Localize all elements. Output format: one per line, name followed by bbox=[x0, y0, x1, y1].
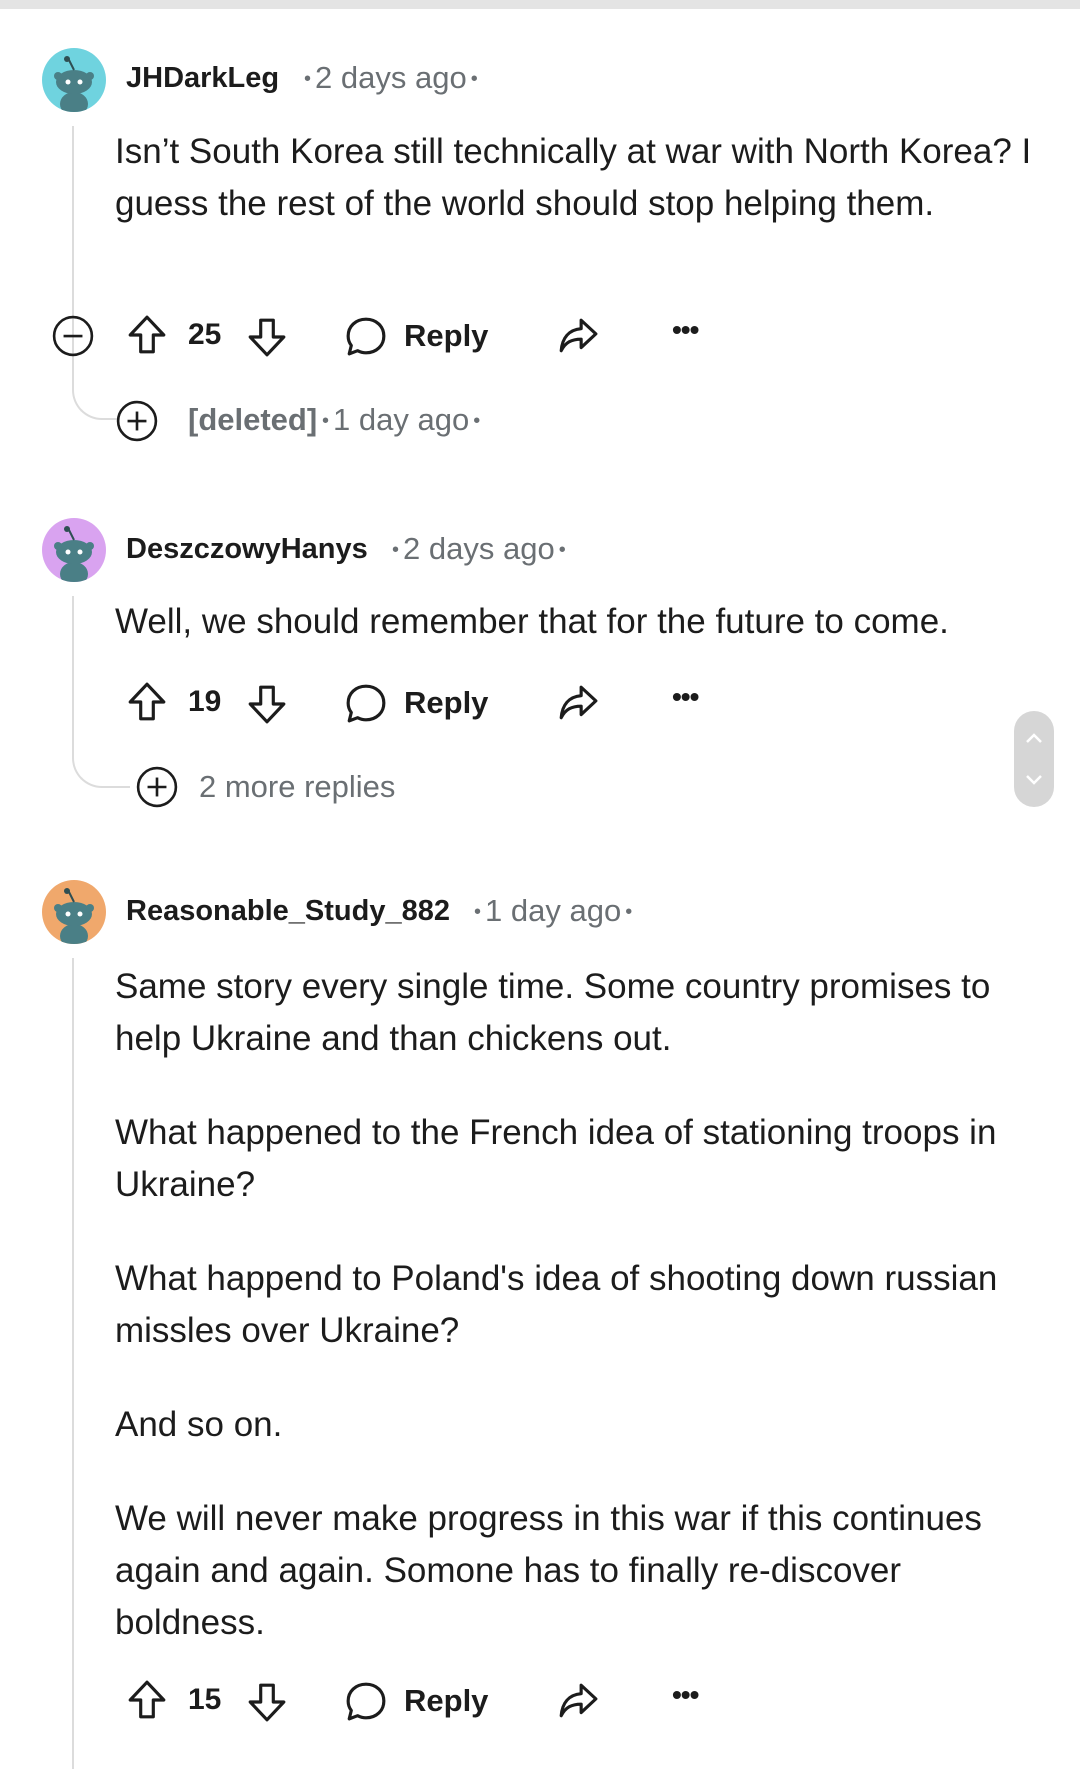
comment-paragraph: What happened to the French idea of stat… bbox=[115, 1113, 997, 1204]
downvote-icon[interactable] bbox=[246, 1681, 288, 1723]
separator-dot: • bbox=[304, 68, 312, 91]
expand-icon bbox=[136, 766, 178, 808]
comment-timestamp: • 1 day ago • bbox=[470, 893, 636, 929]
downvote-icon[interactable] bbox=[246, 316, 288, 358]
separator-dot: • bbox=[625, 901, 633, 924]
avatar[interactable] bbox=[42, 48, 106, 112]
more-options-icon[interactable]: ••• bbox=[672, 1679, 699, 1711]
thread-connector bbox=[72, 750, 130, 788]
collapse-icon[interactable] bbox=[52, 315, 94, 357]
comment-paragraph: We will never make progress in this war … bbox=[115, 1499, 982, 1642]
separator-dot: • bbox=[392, 539, 400, 562]
avatar[interactable] bbox=[42, 880, 106, 944]
deleted-username: [deleted] bbox=[188, 402, 318, 437]
share-icon[interactable] bbox=[557, 315, 599, 357]
vote-count: 19 bbox=[188, 685, 222, 718]
comment-body: Same story every single time. Some count… bbox=[115, 961, 1040, 1649]
separator-dot: • bbox=[473, 410, 481, 433]
time-label: 1 day ago bbox=[485, 893, 622, 928]
avatar[interactable] bbox=[42, 518, 106, 582]
comment-paragraph: Well, we should remember that for the fu… bbox=[115, 602, 949, 641]
vote-count: 15 bbox=[188, 1683, 222, 1716]
reply-bubble-icon bbox=[345, 682, 387, 724]
reply-bubble-icon bbox=[345, 1680, 387, 1722]
comment-scroll-navigator[interactable] bbox=[1014, 711, 1054, 807]
comment-username[interactable]: DeszczowyHanys bbox=[126, 533, 368, 566]
downvote-icon[interactable] bbox=[246, 683, 288, 725]
share-icon[interactable] bbox=[557, 682, 599, 724]
more-replies-label: 2 more replies bbox=[199, 769, 396, 804]
expand-icon[interactable] bbox=[116, 400, 158, 442]
comment-username[interactable]: JHDarkLeg bbox=[126, 62, 279, 95]
vote-count: 25 bbox=[188, 318, 222, 351]
reply-timestamp: • 1 day ago • bbox=[318, 402, 484, 438]
reply-bubble-icon bbox=[345, 315, 387, 357]
comment-paragraph: Same story every single time. Some count… bbox=[115, 967, 991, 1058]
time-label: 1 day ago bbox=[333, 402, 470, 437]
comment-paragraph: What happend to Poland's idea of shootin… bbox=[115, 1259, 998, 1350]
snoo-avatar-icon bbox=[42, 880, 106, 944]
separator-dot: • bbox=[558, 539, 566, 562]
chevron-down-icon[interactable] bbox=[1024, 769, 1044, 789]
chevron-up-icon[interactable] bbox=[1024, 729, 1044, 749]
reply-label: Reply bbox=[404, 1683, 489, 1718]
thread-line bbox=[72, 596, 74, 756]
separator-dot: • bbox=[322, 410, 330, 433]
share-icon[interactable] bbox=[557, 1680, 599, 1722]
top-divider bbox=[0, 0, 1080, 9]
comment-paragraph: And so on. bbox=[115, 1405, 283, 1444]
separator-dot: • bbox=[474, 901, 482, 924]
upvote-icon[interactable] bbox=[126, 1679, 168, 1721]
upvote-icon[interactable] bbox=[126, 681, 168, 723]
comment-timestamp: • 2 days ago • bbox=[300, 60, 482, 96]
comment-body: Well, we should remember that for the fu… bbox=[115, 596, 1040, 648]
comment-username[interactable]: Reasonable_Study_882 bbox=[126, 895, 450, 928]
snoo-avatar-icon bbox=[42, 48, 106, 112]
reply-label: Reply bbox=[404, 318, 489, 353]
thread-line bbox=[72, 958, 74, 1769]
snoo-avatar-icon bbox=[42, 518, 106, 582]
reply-label: Reply bbox=[404, 685, 489, 720]
comment-timestamp: • 2 days ago • bbox=[388, 531, 570, 567]
time-label: 2 days ago bbox=[315, 60, 467, 95]
separator-dot: • bbox=[470, 68, 478, 91]
more-options-icon[interactable]: ••• bbox=[672, 681, 699, 713]
thread-line bbox=[72, 126, 74, 336]
upvote-icon[interactable] bbox=[126, 314, 168, 356]
time-label: 2 days ago bbox=[403, 531, 555, 566]
comment-body: Isn’t South Korea still technically at w… bbox=[115, 126, 1040, 230]
more-options-icon[interactable]: ••• bbox=[672, 314, 699, 346]
comment-paragraph: Isn’t South Korea still technically at w… bbox=[115, 132, 1032, 223]
